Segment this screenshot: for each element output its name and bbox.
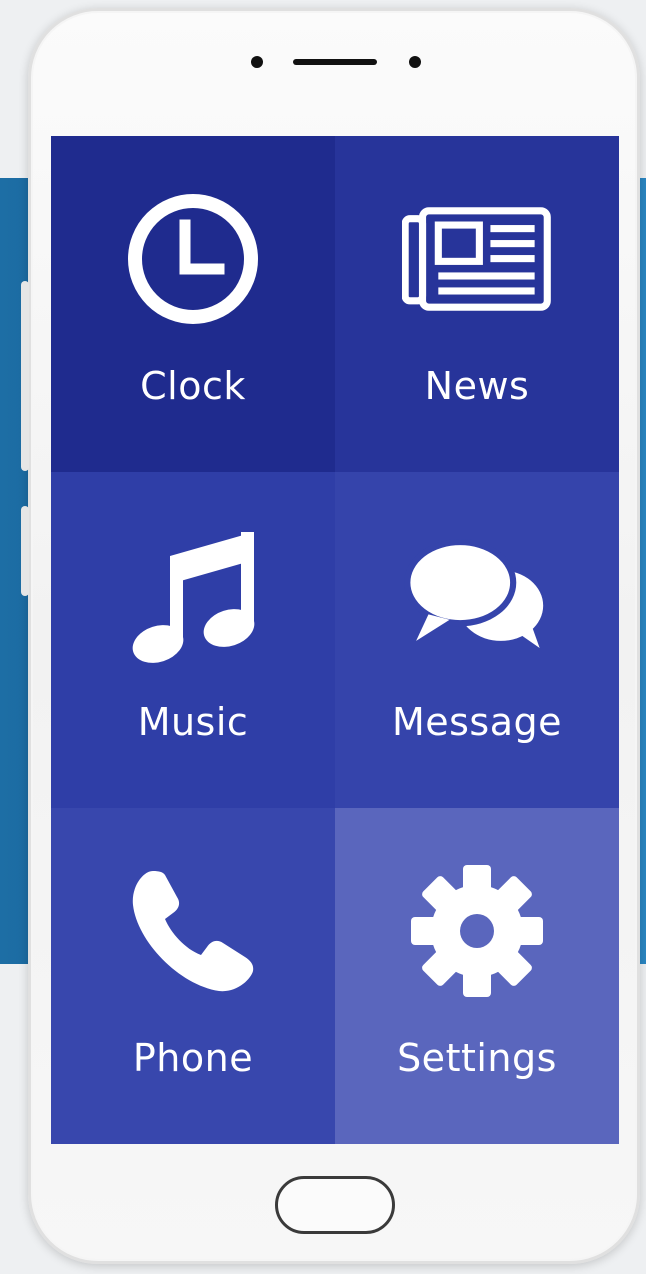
front-camera xyxy=(409,56,421,68)
tile-message[interactable]: Message xyxy=(335,472,619,808)
chat-bubbles-icon xyxy=(402,520,552,670)
tile-music[interactable]: Music xyxy=(51,472,335,808)
earpiece-speaker xyxy=(293,59,377,65)
newspaper-icon xyxy=(402,184,552,334)
tile-label: Music xyxy=(137,700,249,744)
power-button xyxy=(21,506,29,596)
tile-label: News xyxy=(424,364,530,408)
clock-icon xyxy=(118,184,268,334)
sensor-dot xyxy=(251,56,263,68)
tile-clock[interactable]: Clock xyxy=(51,136,335,472)
home-screen-grid: Clock News Music Message Phone Settings xyxy=(51,136,619,1144)
tile-settings[interactable]: Settings xyxy=(335,808,619,1144)
volume-button xyxy=(21,281,29,471)
home-button[interactable] xyxy=(275,1176,395,1234)
earpiece-area xyxy=(31,43,637,79)
tile-label: Message xyxy=(391,700,563,744)
tile-phone[interactable]: Phone xyxy=(51,808,335,1144)
tile-label: Settings xyxy=(397,1036,557,1080)
phone-frame: Clock News Music Message Phone Settings xyxy=(21,8,640,1264)
phone-icon xyxy=(118,856,268,1006)
tile-label: Phone xyxy=(132,1036,254,1080)
music-note-icon xyxy=(118,520,268,670)
tile-label: Clock xyxy=(140,364,246,408)
tile-news[interactable]: News xyxy=(335,136,619,472)
gear-icon xyxy=(402,856,552,1006)
